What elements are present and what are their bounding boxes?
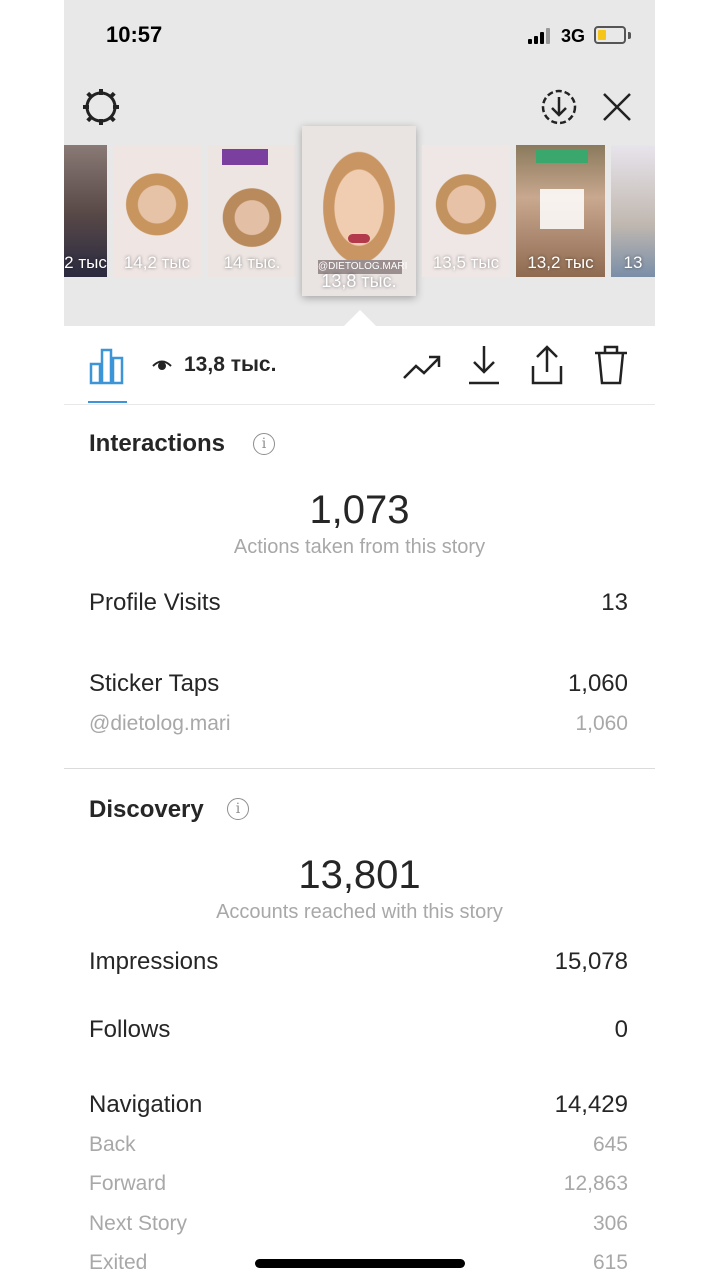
download-icon[interactable]: [466, 344, 502, 386]
battery-fill: [598, 30, 606, 40]
story-views: 13,2 тыс: [527, 253, 594, 272]
discovery-title: Discovery: [89, 796, 204, 823]
story-thumbnail[interactable]: 13,2 тыс: [516, 145, 605, 277]
story-views: 13,5 тыс: [432, 253, 500, 272]
battery-cap: [628, 32, 631, 39]
navigation-value: 14,429: [554, 1091, 628, 1118]
discovery-total: 13,801: [298, 853, 421, 897]
settings-icon[interactable]: [82, 88, 120, 126]
promote-trend-icon[interactable]: [402, 348, 442, 384]
exited-label: Exited: [89, 1251, 148, 1274]
profile-visits-value: 13: [601, 589, 628, 616]
story-views: 13: [623, 253, 643, 272]
impressions-value: 15,078: [554, 948, 628, 975]
story-thumbnail[interactable]: 14,2 тыс: [113, 145, 201, 277]
profile-visits-label: Profile Visits: [89, 589, 221, 616]
discovery-subtitle: Accounts reached with this story: [216, 901, 503, 923]
exited-value: 615: [592, 1251, 628, 1274]
share-icon[interactable]: [528, 344, 566, 386]
interactions-subtitle: Actions taken from this story: [233, 536, 486, 558]
close-icon[interactable]: [600, 90, 634, 124]
network-label: 3G: [561, 26, 586, 46]
lips: [348, 234, 370, 243]
interactions-title: Interactions: [89, 430, 226, 457]
views-count: 13,8 тыс.: [184, 353, 277, 376]
next-story-label: Next Story: [89, 1212, 188, 1235]
story-views: 13,8 тыс.: [321, 271, 397, 291]
story-caption: [536, 149, 588, 163]
story-thumbnail[interactable]: 13,5 тыс: [422, 145, 510, 277]
interactions-info-icon[interactable]: i: [253, 433, 275, 455]
story-thumbnail[interactable]: 14 тыс.: [208, 145, 296, 277]
interactions-total: 1,073: [309, 488, 410, 532]
eye-icon: [152, 357, 172, 373]
forward-value: 12,863: [563, 1172, 628, 1195]
status-time: 10:57: [106, 22, 163, 47]
sticker-taps-value: 1,060: [567, 670, 628, 697]
story-thumbnail-active[interactable]: @DIETOLOG.MARI 13,8 тыс.: [302, 126, 416, 296]
back-value: 645: [592, 1133, 628, 1156]
follows-value: 0: [614, 1016, 628, 1043]
back-label: Back: [89, 1133, 136, 1156]
story-caption: [222, 149, 268, 165]
signal-icon: [528, 28, 554, 44]
save-story-icon[interactable]: [540, 88, 578, 126]
story-thumbnail[interactable]: 2 тыс: [64, 145, 107, 277]
story-caption: [540, 189, 584, 229]
next-story-value: 306: [592, 1212, 628, 1235]
follows-label: Follows: [89, 1016, 171, 1043]
section-divider: [64, 768, 655, 769]
home-indicator[interactable]: [255, 1259, 465, 1268]
story-thumbnail[interactable]: 13: [611, 145, 655, 277]
delete-trash-icon[interactable]: [593, 344, 629, 386]
insights-bar-chart-icon[interactable]: [88, 346, 128, 386]
story-views: 14 тыс.: [223, 253, 281, 272]
impressions-label: Impressions: [89, 948, 219, 975]
sticker-handle-label: @dietolog.mari: [89, 712, 231, 735]
battery-icon: [594, 26, 626, 44]
sticker-handle-value: 1,060: [575, 712, 628, 735]
active-tab-indicator: [88, 401, 127, 403]
active-story-pointer: [344, 310, 376, 326]
sticker-taps-label: Sticker Taps: [89, 670, 220, 697]
story-views: 2 тыс: [64, 253, 107, 272]
discovery-info-icon[interactable]: i: [227, 798, 249, 820]
forward-label: Forward: [89, 1172, 167, 1195]
navigation-label: Navigation: [89, 1091, 203, 1118]
story-views: 14,2 тыс: [123, 253, 191, 272]
